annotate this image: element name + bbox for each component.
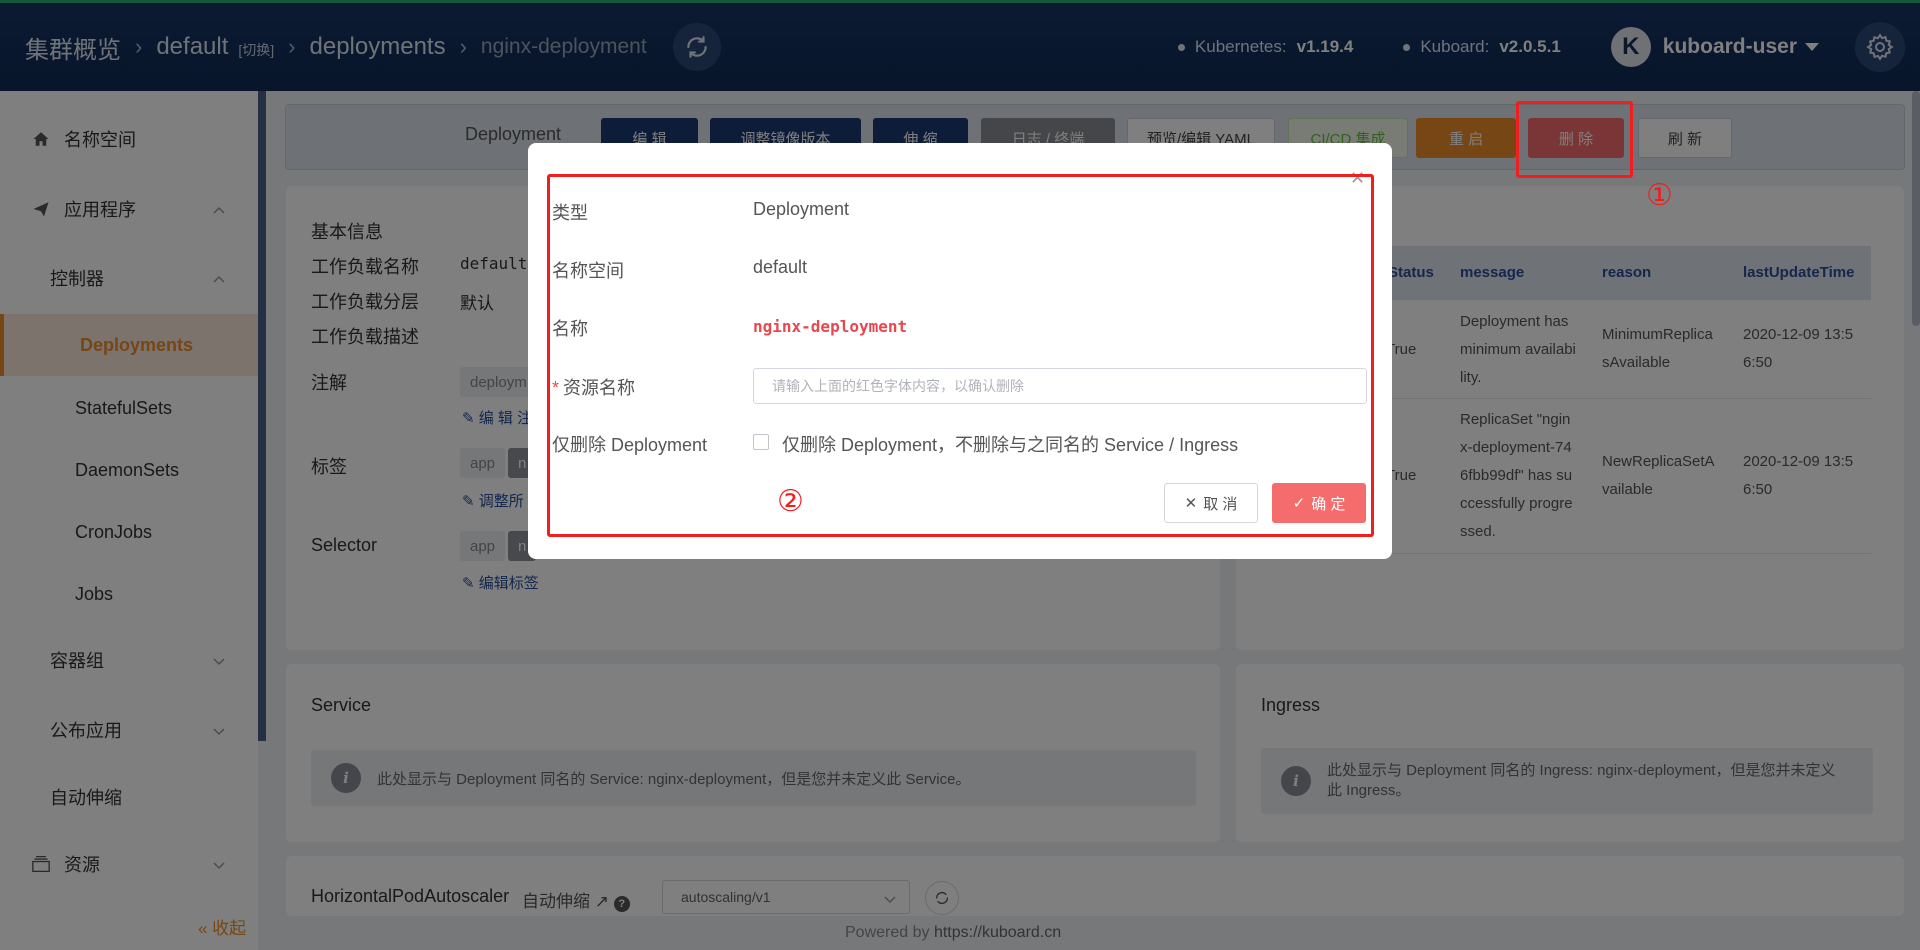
dialog-name-value: nginx-deployment: [753, 317, 908, 336]
dialog-type-label: 类型: [552, 203, 588, 223]
check-icon: ✓: [1292, 495, 1306, 512]
annotation-one: ①: [1646, 179, 1673, 212]
cancel-button[interactable]: ✕ 取 消: [1164, 483, 1258, 523]
confirm-delete-button[interactable]: ✓ 确 定: [1272, 483, 1366, 523]
confirm-resource-name-input[interactable]: [753, 368, 1367, 404]
close-icon: ✕: [1184, 495, 1198, 512]
annotation-box-delete: [1516, 101, 1633, 178]
only-delete-checkbox-label[interactable]: 仅删除 Deployment，不删除与之同名的 Service / Ingres…: [782, 431, 1238, 457]
dialog-name-label: 名称: [552, 319, 588, 339]
dialog-type-value: Deployment: [753, 199, 850, 219]
dialog-resource-label: * 资源名称: [552, 378, 636, 398]
dialog-only-delete-label: 仅删除 Deployment: [552, 435, 708, 455]
dialog-namespace-value: default: [753, 257, 808, 277]
annotation-two: ②: [777, 485, 804, 518]
dialog-namespace-label: 名称空间: [552, 261, 624, 281]
only-delete-deployment-checkbox[interactable]: [753, 434, 769, 450]
